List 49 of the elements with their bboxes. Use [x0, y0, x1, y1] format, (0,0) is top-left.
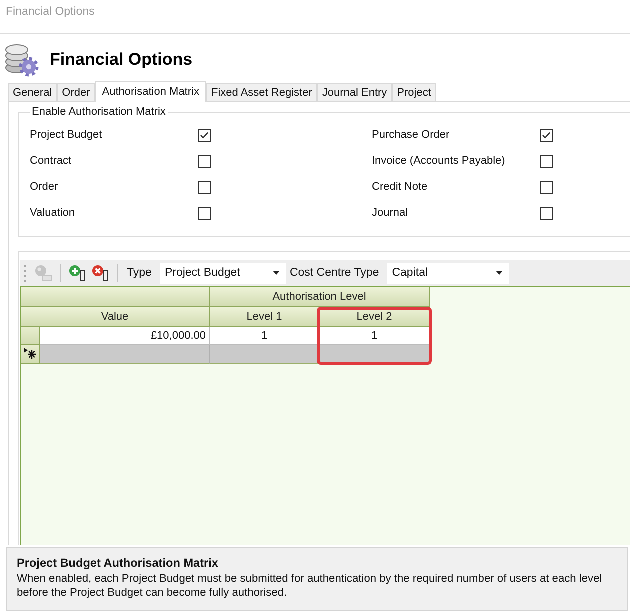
option-label: Valuation: [30, 207, 76, 219]
cross-column-icon[interactable]: [92, 265, 109, 281]
checkbox[interactable]: [198, 206, 211, 220]
table-cell[interactable]: £10,000.00: [40, 327, 210, 345]
column-group-header: Authorisation Level: [210, 287, 430, 307]
caret-icon: [272, 271, 280, 275]
filter-dropdown[interactable]: Capital: [387, 262, 510, 284]
tab[interactable]: Order: [57, 83, 96, 101]
plus-column-icon[interactable]: [69, 265, 86, 281]
option-label: Credit Note: [372, 181, 429, 193]
column-header[interactable]: Value: [21, 307, 210, 327]
new-row-header[interactable]: [21, 345, 40, 364]
checkbox[interactable]: [540, 128, 553, 142]
checkbox[interactable]: [198, 180, 211, 194]
option-label: Contract: [30, 155, 73, 167]
grip-icon[interactable]: [24, 264, 27, 282]
filter-label: Cost Centre Type: [290, 267, 380, 279]
checkbox[interactable]: [198, 154, 211, 168]
caret-icon: [496, 271, 504, 275]
new-row-cell[interactable]: [40, 345, 210, 364]
table-cell[interactable]: 1: [320, 327, 430, 345]
new-row-cell[interactable]: [210, 345, 320, 364]
column-header[interactable]: Level 1: [210, 307, 320, 327]
checkbox[interactable]: [540, 180, 553, 194]
dropdown-value: Project Budget: [164, 267, 240, 279]
tab[interactable]: Journal Entry: [317, 83, 392, 101]
asterisk-icon: [24, 348, 36, 360]
checkbox[interactable]: [540, 154, 553, 168]
filter-label: Type: [127, 267, 152, 279]
option-label: Purchase Order: [372, 129, 451, 141]
filter-dropdown[interactable]: Project Budget: [160, 262, 286, 284]
checkbox[interactable]: [198, 128, 211, 142]
tab[interactable]: General: [8, 83, 58, 101]
description-title: Project Budget Authorisation Matrix: [17, 555, 220, 571]
option-label: Project Budget: [30, 129, 104, 141]
dropdown-value: Capital: [392, 267, 428, 279]
checkbox[interactable]: [540, 206, 553, 220]
option-label: Journal: [372, 207, 410, 219]
description-text: When enabled, each Project Budget must be submitted for authentication by the required number of users at each level before the Project Budget can become fully authorised.: [17, 572, 604, 600]
coins-gear-icon: [5, 42, 39, 76]
window-title: Financial Options: [6, 6, 95, 18]
group-title: Enable Authorisation Matrix: [31, 106, 167, 118]
page-title: Financial Options: [50, 50, 193, 70]
tab[interactable]: Fixed Asset Register: [206, 83, 318, 101]
option-label: Order: [30, 181, 60, 193]
option-label: Invoice (Accounts Payable): [372, 155, 506, 167]
tab[interactable]: Authorisation Matrix: [95, 81, 206, 102]
tab[interactable]: Project: [392, 83, 436, 101]
table-cell[interactable]: 1: [210, 327, 320, 345]
